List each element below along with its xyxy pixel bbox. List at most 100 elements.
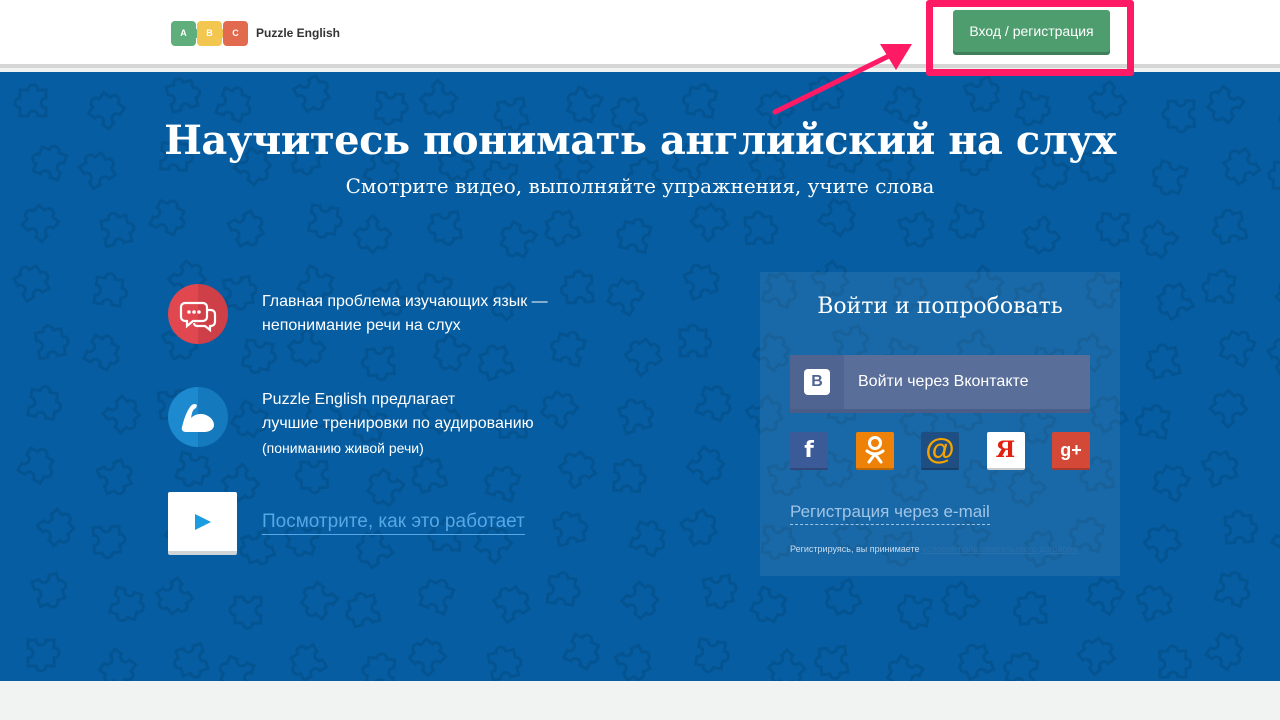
puzzle-pattern-piece (81, 333, 121, 373)
puzzle-pattern-piece (897, 210, 935, 248)
puzzle-pattern-piece (896, 593, 934, 630)
puzzle-pattern-piece (174, 450, 211, 488)
puzzle-pattern-piece (91, 524, 127, 560)
puzzle-pattern-piece (484, 465, 522, 503)
puzzle-pattern-piece (766, 647, 808, 681)
puzzle-pattern-piece (411, 457, 449, 495)
puzzle-pattern-piece (240, 337, 277, 375)
watch-how-it-works-link[interactable]: Посмотрите, как это работает (262, 510, 525, 535)
puzzle-pattern-piece (498, 219, 539, 260)
puzzle-pattern-piece (940, 580, 982, 622)
puzzle-pattern-piece (808, 76, 845, 112)
hero-subtitle: Смотрите видео, выполняйте упражнения, у… (345, 174, 935, 198)
puzzle-pattern-piece (491, 584, 532, 625)
chat-bubbles-icon (168, 284, 228, 344)
puzzle-pattern-piece (406, 636, 448, 678)
puzzle-pattern-piece (682, 82, 719, 120)
puzzle-pattern-piece (748, 584, 788, 624)
yandex-icon[interactable]: Я (986, 432, 1025, 470)
login-panel-title: Войти и попробовать (817, 294, 1063, 319)
puzzle-pattern-piece (432, 332, 473, 373)
puzzle-pattern-piece (559, 269, 595, 305)
facebook-icon[interactable]: f (790, 432, 828, 470)
feature-1-line-2: непонимание речи на слух (262, 317, 461, 334)
puzzle-pattern-piece (816, 197, 858, 238)
feature-offer-text: Puzzle English предлагает лучшие трениро… (262, 388, 534, 460)
puzzle-pattern-piece (33, 324, 70, 361)
logo-puzzle-icon: A B C (171, 20, 248, 46)
puzzle-pattern-piece (154, 575, 195, 617)
puzzle-pattern-piece (557, 449, 598, 491)
puzzle-pattern-piece (678, 507, 719, 548)
terms-prefix: Регистрируясь, вы принимаете (790, 544, 920, 554)
login-register-button[interactable]: Вход / регистрация (953, 10, 1110, 52)
puzzle-pattern-piece (1135, 584, 1173, 623)
puzzle-pattern-piece (678, 323, 713, 358)
puzzle-pattern-piece (1139, 219, 1180, 261)
video-thumbnail[interactable] (168, 492, 237, 555)
puzzle-pattern-piece (19, 203, 61, 244)
logo-piece-c: C (223, 20, 248, 46)
puzzle-pattern-piece (172, 641, 210, 679)
puzzle-pattern-piece (107, 585, 145, 623)
google-plus-icon[interactable]: g+ (1052, 432, 1090, 470)
hero-section: Научитесь понимать английский на слух См… (0, 72, 1280, 681)
puzzle-pattern-piece (1266, 336, 1280, 376)
puzzle-pattern-piece (15, 445, 56, 486)
hero-title: Научитесь понимать английский на слух (164, 117, 1116, 164)
logo-piece-a: A (171, 20, 201, 46)
puzzle-pattern-piece (627, 519, 666, 558)
puzzle-pattern-piece (1145, 343, 1182, 380)
puzzle-pattern-piece (294, 459, 330, 495)
puzzle-pattern-piece (218, 654, 257, 681)
puzzle-pattern-piece (611, 458, 647, 494)
flexed-arm-icon (168, 387, 228, 447)
puzzle-pattern-piece (885, 653, 926, 681)
puzzle-pattern-piece (682, 263, 720, 302)
vk-login-button[interactable]: B Войти через Вконтакте (790, 355, 1090, 413)
puzzle-pattern-piece (947, 202, 985, 240)
puzzle-pattern-piece (1211, 208, 1249, 246)
puzzle-pattern-piece (1076, 635, 1117, 677)
puzzle-pattern-piece (11, 263, 52, 304)
puzzle-pattern-piece (545, 571, 581, 607)
puzzle-pattern-piece (1095, 212, 1130, 247)
puzzle-pattern-piece (561, 632, 601, 672)
puzzle-pattern-piece (25, 385, 63, 422)
puzzle-pattern-piece (26, 638, 61, 673)
puzzle-pattern-piece (701, 573, 738, 610)
feature-2-line-3: (пониманию живой речи) (262, 440, 424, 456)
puzzle-pattern-piece (1207, 388, 1249, 430)
puzzle-pattern-piece (1273, 275, 1280, 317)
puzzle-pattern-piece (605, 277, 646, 318)
puzzle-pattern-piece (1200, 449, 1239, 489)
social-login-row: f @ Я g+ (790, 432, 1090, 470)
puzzle-pattern-piece (288, 642, 329, 681)
puzzle-pattern-piece (1003, 651, 1040, 681)
puzzle-pattern-piece (539, 389, 580, 431)
puzzle-pattern-piece (299, 580, 341, 621)
puzzle-pattern-piece (1141, 523, 1183, 565)
puzzle-pattern-piece (29, 571, 68, 609)
puzzle-pattern-piece (616, 398, 654, 436)
puzzle-pattern-piece (613, 643, 653, 681)
puzzle-pattern-piece (685, 444, 726, 486)
logo[interactable]: A B C Puzzle English (171, 19, 340, 47)
puzzle-pattern-piece (360, 345, 397, 382)
email-registration-link[interactable]: Регистрация через e-mail (790, 500, 990, 525)
puzzle-pattern-piece (1269, 518, 1280, 559)
puzzle-pattern-piece (239, 528, 277, 566)
terms-link[interactable]: условия пользовательского договора (922, 544, 1077, 554)
puzzle-pattern-piece (291, 73, 332, 114)
puzzle-pattern-piece (365, 467, 407, 508)
puzzle-pattern-piece (97, 646, 138, 681)
mailru-icon[interactable]: @ (921, 432, 959, 470)
puzzle-pattern-piece (417, 578, 456, 617)
puzzle-pattern-piece (486, 645, 523, 681)
odnoklassniki-icon[interactable] (855, 432, 894, 470)
puzzle-pattern-piece (623, 336, 664, 378)
puzzle-pattern-piece (543, 209, 583, 248)
login-panel: Войти и попробовать B Войти через Вконта… (760, 272, 1120, 576)
puzzle-pattern-piece (147, 198, 187, 237)
puzzle-pattern-piece (35, 506, 76, 548)
